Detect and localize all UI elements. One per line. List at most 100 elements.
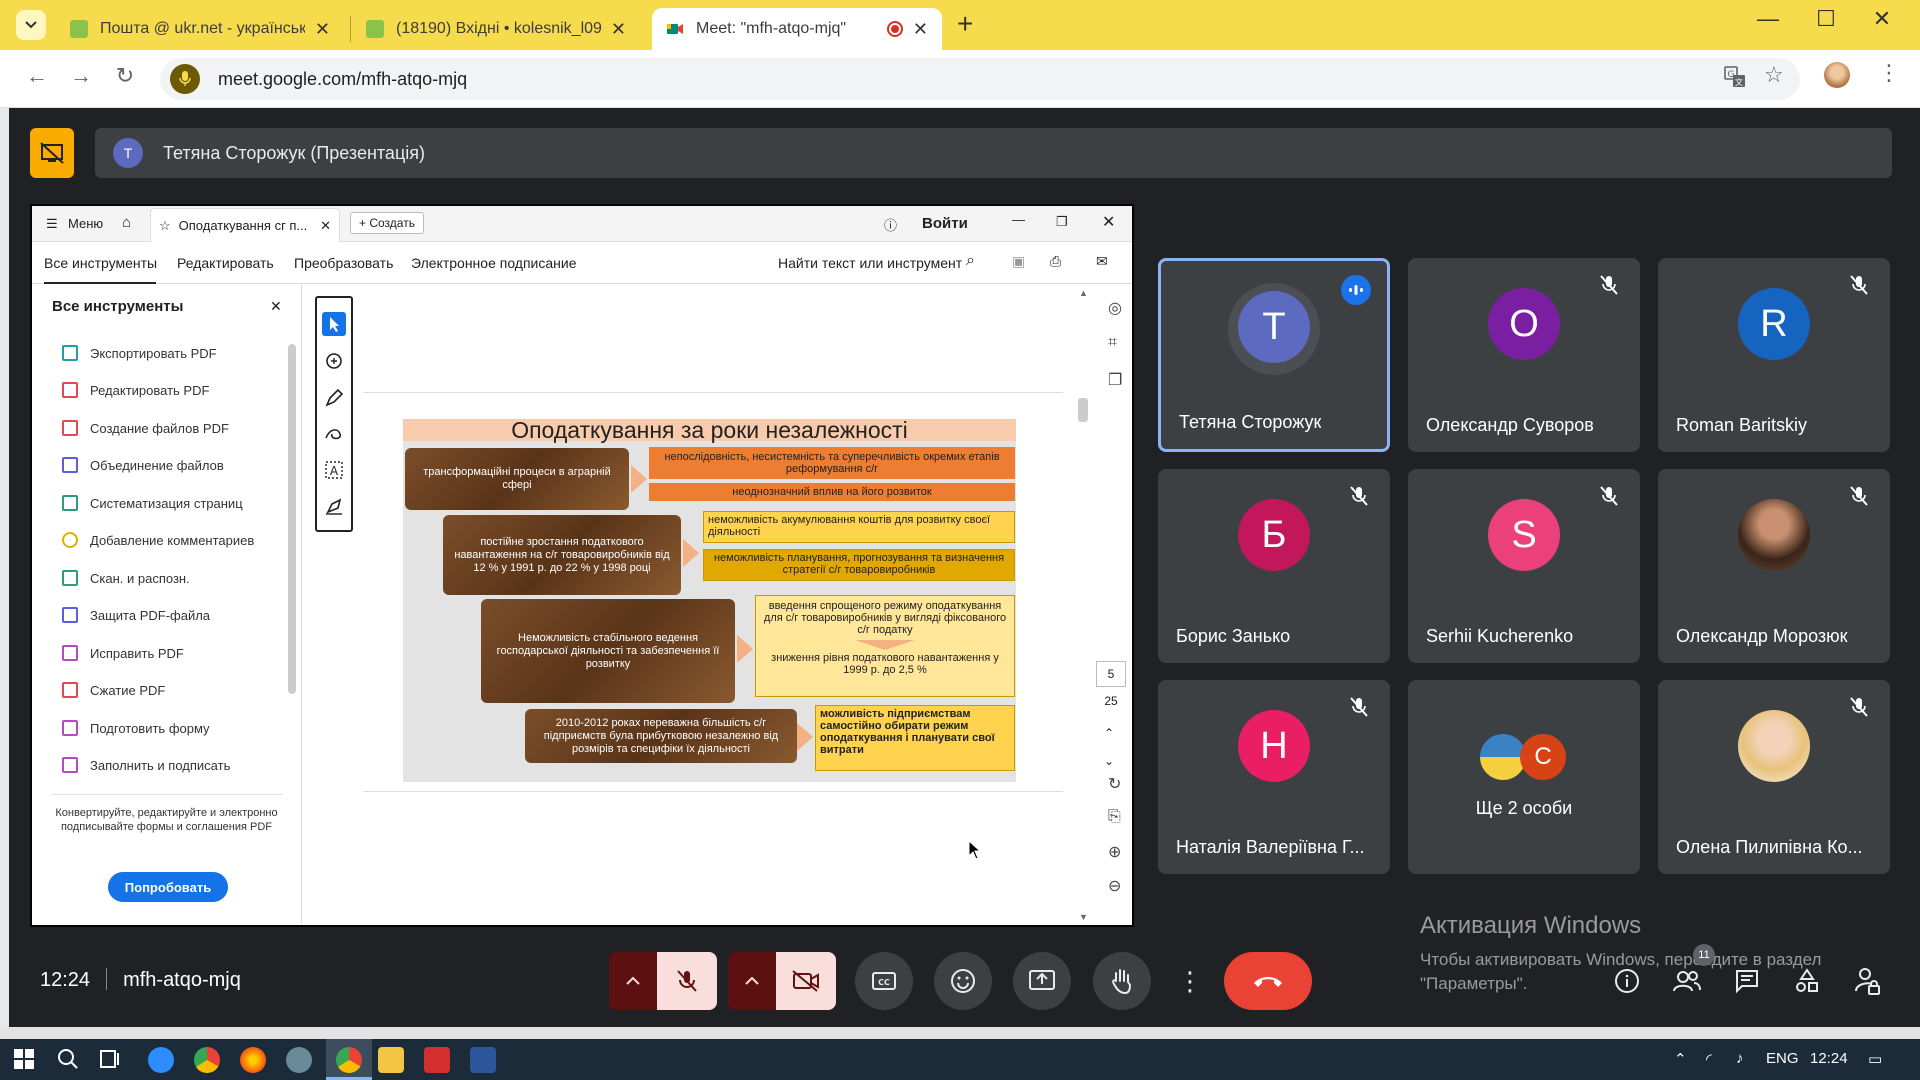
app-icon[interactable] bbox=[286, 1047, 312, 1073]
tool-fill-sign[interactable]: Заполнить и подписать bbox=[62, 754, 230, 776]
bookmarks-icon[interactable]: ⌗ bbox=[1108, 334, 1126, 352]
microphone-in-use-icon[interactable] bbox=[170, 64, 200, 94]
star-icon[interactable]: ☆ bbox=[159, 218, 171, 234]
participant-tile[interactable]: Н Наталія Валеріївна Г... bbox=[1158, 680, 1390, 874]
highlight-pen-icon[interactable] bbox=[322, 386, 346, 410]
participant-tile[interactable]: O Олександр Суворов bbox=[1408, 258, 1640, 452]
draw-freehand-icon[interactable] bbox=[322, 422, 346, 446]
people-button[interactable] bbox=[1670, 964, 1704, 998]
email-icon[interactable]: ✉ bbox=[1096, 253, 1108, 270]
menu-esign[interactable]: Электронное подписание bbox=[411, 255, 577, 271]
minimize-icon[interactable]: — bbox=[1012, 212, 1025, 227]
reactions-button[interactable] bbox=[934, 952, 992, 1010]
activities-button[interactable] bbox=[1790, 964, 1824, 998]
rotate-icon[interactable]: ↻ bbox=[1108, 774, 1126, 793]
participant-tile-others[interactable]: C Ще 2 особи bbox=[1408, 680, 1640, 874]
acrobat-app-icon[interactable] bbox=[424, 1047, 450, 1073]
word-app-icon[interactable] bbox=[470, 1047, 496, 1073]
firefox-app-icon[interactable] bbox=[240, 1047, 266, 1073]
sign-pen-icon[interactable] bbox=[322, 494, 346, 518]
tool-scan-ocr[interactable]: Скан. и распозн. bbox=[62, 567, 190, 589]
tab-search-button[interactable] bbox=[16, 10, 46, 40]
captions-button[interactable]: CC bbox=[855, 952, 913, 1010]
home-icon[interactable]: ⌂ bbox=[122, 214, 131, 231]
participant-tile[interactable]: S Serhii Kucherenko bbox=[1408, 469, 1640, 663]
file-explorer-icon[interactable] bbox=[378, 1047, 404, 1073]
browser-tab-ukrnet[interactable]: Пошта @ ukr.net - українська ✕ bbox=[56, 8, 344, 50]
tools-scrollbar[interactable] bbox=[286, 328, 296, 768]
new-tab-button[interactable]: + bbox=[957, 8, 973, 40]
audio-options-button[interactable] bbox=[609, 952, 657, 1010]
close-tab-icon[interactable]: ✕ bbox=[611, 19, 626, 40]
select-cursor-icon[interactable] bbox=[322, 312, 346, 336]
participant-tile[interactable]: T Тетяна Сторожук bbox=[1158, 258, 1390, 452]
bookmark-star-icon[interactable]: ☆ bbox=[1764, 62, 1784, 88]
document-tab[interactable]: ☆ Оподаткування сг п... ✕ bbox=[150, 208, 340, 242]
volume-icon[interactable]: ♪ bbox=[1736, 1050, 1744, 1067]
menu-label[interactable]: Меню bbox=[68, 216, 103, 231]
page-up-icon[interactable]: ⌃ bbox=[1104, 726, 1114, 740]
tool-combine-files[interactable]: Объединение файлов bbox=[62, 454, 224, 476]
zoom-app-icon[interactable] bbox=[148, 1047, 174, 1073]
chevron-up-icon[interactable]: ⌃ bbox=[1674, 1050, 1687, 1068]
presentation-indicator[interactable] bbox=[30, 128, 74, 178]
bookmark-search-icon[interactable]: ◎ bbox=[1108, 298, 1126, 317]
search-icon[interactable]: ⌕ bbox=[966, 252, 975, 270]
wifi-icon[interactable]: ◜ bbox=[1706, 1050, 1712, 1068]
menu-edit[interactable]: Редактировать bbox=[177, 255, 274, 271]
zoom-in-icon[interactable]: ⊕ bbox=[1108, 842, 1126, 861]
windows-start-icon[interactable] bbox=[12, 1047, 38, 1073]
profile-avatar[interactable] bbox=[1824, 62, 1850, 88]
browser-tab-inbox[interactable]: (18190) Вхідні • kolesnik_l09@u ✕ bbox=[352, 8, 640, 50]
chat-button[interactable] bbox=[1730, 964, 1764, 998]
save-icon[interactable]: ▣ bbox=[1012, 253, 1025, 270]
reload-icon[interactable]: ↻ bbox=[108, 63, 142, 89]
notifications-icon[interactable]: ▭ bbox=[1868, 1050, 1882, 1068]
tool-protect-pdf[interactable]: Защита PDF-файла bbox=[62, 604, 210, 626]
participant-tile[interactable]: Олександр Морозюк bbox=[1658, 469, 1890, 663]
minimize-window-icon[interactable]: — bbox=[1748, 6, 1788, 32]
add-comment-icon[interactable] bbox=[322, 350, 346, 374]
participant-tile[interactable]: Олена Пилипівна Ко... bbox=[1658, 680, 1890, 874]
close-panel-icon[interactable]: ✕ bbox=[270, 298, 282, 315]
tool-prepare-form[interactable]: Подготовить форму bbox=[62, 717, 210, 739]
participant-tile[interactable]: R Roman Baritskiy bbox=[1658, 258, 1890, 452]
signin-button[interactable]: Войти bbox=[922, 215, 968, 232]
close-tab-icon[interactable]: ✕ bbox=[913, 19, 928, 40]
close-tab-icon[interactable]: ✕ bbox=[315, 19, 330, 40]
close-document-icon[interactable]: ✕ bbox=[320, 218, 331, 234]
active-taskbar-item[interactable] bbox=[326, 1039, 372, 1080]
create-button[interactable]: + Создать bbox=[350, 212, 424, 234]
search-icon[interactable] bbox=[56, 1047, 82, 1073]
browser-menu-icon[interactable]: ⋮ bbox=[1878, 60, 1900, 86]
host-controls-button[interactable] bbox=[1850, 964, 1884, 998]
try-button[interactable]: Попробовать bbox=[108, 872, 228, 902]
restore-icon[interactable]: ❐ bbox=[1056, 214, 1068, 230]
print-icon[interactable]: ⎙ bbox=[1050, 253, 1061, 270]
camera-toggle-button[interactable] bbox=[776, 952, 836, 1010]
tool-add-comments[interactable]: Добавление комментариев bbox=[62, 529, 254, 551]
back-arrow-icon[interactable]: ← bbox=[20, 63, 54, 89]
pages-icon[interactable]: ❐ bbox=[1108, 370, 1126, 389]
tool-edit-pdf[interactable]: Редактировать PDF bbox=[62, 379, 209, 401]
forward-arrow-icon[interactable]: → bbox=[64, 63, 98, 89]
page-down-icon[interactable]: ⌄ bbox=[1104, 754, 1114, 768]
menu-convert[interactable]: Преобразовать bbox=[294, 255, 393, 271]
hamburger-menu-icon[interactable]: ☰ bbox=[46, 216, 58, 232]
tool-export-pdf[interactable]: Экспортировать PDF bbox=[62, 342, 217, 364]
menu-all-tools[interactable]: Все инструменты bbox=[44, 255, 157, 271]
mic-toggle-button[interactable] bbox=[657, 952, 717, 1010]
tool-organize-pages[interactable]: Систематизация страниц bbox=[62, 492, 243, 514]
translate-icon[interactable]: G文 bbox=[1724, 66, 1746, 94]
video-options-button[interactable] bbox=[728, 952, 776, 1010]
text-box-icon[interactable]: A bbox=[322, 458, 346, 482]
zoom-out-icon[interactable]: ⊖ bbox=[1108, 876, 1126, 895]
browser-tab-meet[interactable]: Meet: "mfh-atqo-mjq" ✕ bbox=[652, 8, 942, 50]
system-clock[interactable]: 12:24 bbox=[1810, 1050, 1848, 1067]
tool-redact-pdf[interactable]: Исправить PDF bbox=[62, 642, 184, 664]
help-icon[interactable]: ⓘ bbox=[884, 215, 897, 234]
close-icon[interactable]: ✕ bbox=[1102, 212, 1115, 232]
find-tool-search[interactable]: Найти текст или инструмент bbox=[778, 255, 962, 271]
participant-tile[interactable]: Б Борис Занько bbox=[1158, 469, 1390, 663]
chrome-app-icon[interactable] bbox=[194, 1047, 220, 1073]
